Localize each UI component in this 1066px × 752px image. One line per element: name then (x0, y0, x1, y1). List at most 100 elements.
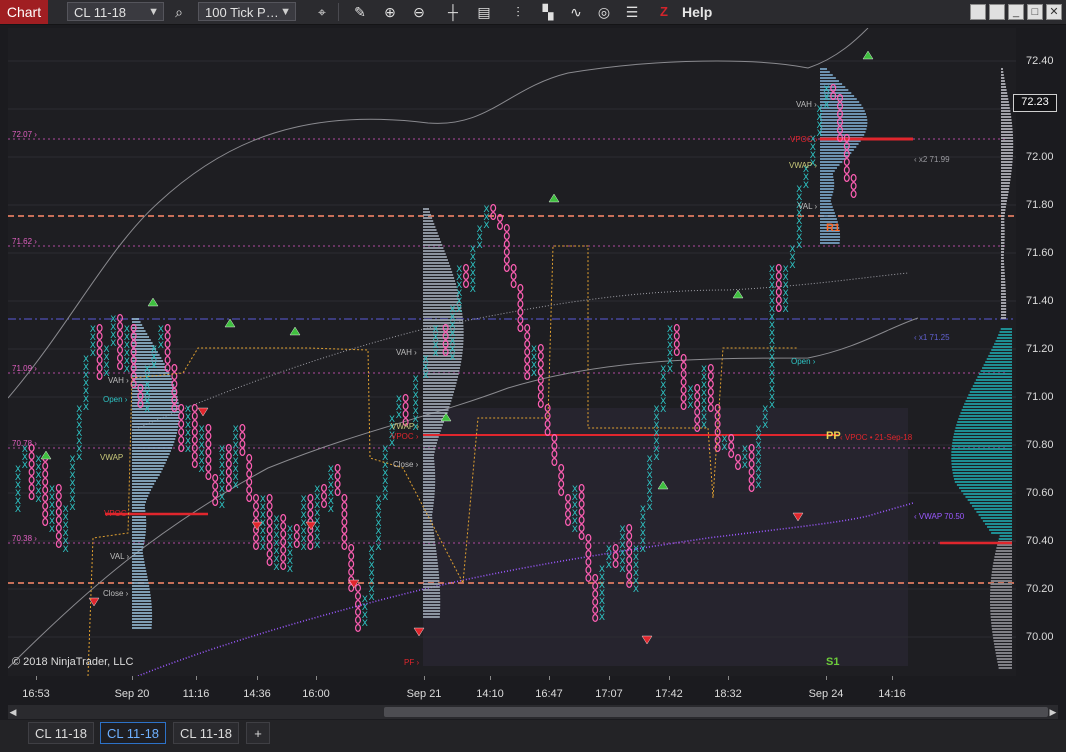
o-box (524, 340, 531, 349)
horizontal-scrollbar[interactable]: ◀ ▶ (8, 705, 1058, 719)
x-box: X (687, 401, 693, 411)
scroll-left-icon[interactable]: ◀ (8, 705, 18, 719)
scrollbar-thumb[interactable] (384, 707, 1048, 717)
indicators-icon[interactable]: ∿ (566, 2, 586, 22)
chart-panel[interactable]: XXXXXXXXXXXXXXXXXXXXXXXXXXXXXXXXXXXXXXXX… (8, 28, 1016, 676)
profile-bar (423, 475, 436, 477)
tab-cl-11-18-1[interactable]: CL 11-18 (28, 722, 95, 744)
profile-bar (132, 510, 146, 512)
profile-bar (423, 394, 454, 396)
o-box (280, 522, 287, 531)
profile-bar (820, 80, 839, 82)
o-box (775, 272, 782, 281)
profile-bar (423, 289, 458, 291)
help-menu[interactable]: Help (682, 0, 712, 24)
tab-cl-11-18-3[interactable]: CL 11-18 (173, 722, 240, 744)
time-tick-mark (490, 676, 491, 680)
profile-bar (132, 546, 144, 548)
chart-canvas[interactable]: XXXXXXXXXXXXXXXXXXXXXXXXXXXXXXXXXXXXXXXX… (8, 28, 1016, 676)
zoom-out-icon[interactable]: ⊖ (409, 2, 429, 22)
o-box (266, 549, 273, 558)
profile-bar (997, 664, 1012, 666)
o-box (348, 559, 355, 568)
x-box: X (158, 341, 164, 351)
minimize-icon[interactable]: _ (1008, 4, 1024, 20)
profile-bar (820, 119, 868, 121)
o-box (55, 539, 62, 548)
x-column: XXXXXXX (69, 455, 75, 513)
pf-label: PF › (404, 658, 420, 667)
templates-icon[interactable]: ▚ (538, 2, 558, 22)
close-icon[interactable]: ✕ (1046, 4, 1062, 20)
profile-bar (423, 607, 441, 609)
profile-bar (1001, 182, 1010, 184)
vwap-label-sep21: VWAP › (391, 422, 420, 431)
buy-signal-icon (862, 50, 874, 60)
z-logo-icon[interactable]: Z (660, 0, 668, 24)
profile-bar (423, 526, 434, 528)
profile-bar (423, 232, 438, 234)
profile-bar (820, 185, 835, 187)
profile-bar (1001, 131, 1013, 133)
o-box (191, 404, 198, 413)
chart-properties-icon[interactable]: ▤ (474, 2, 494, 22)
profile-bar (991, 628, 1012, 630)
x-box: X (151, 361, 157, 371)
profile-bar (423, 430, 441, 432)
profile-bar (820, 239, 840, 241)
profile-bar (965, 496, 1012, 498)
profile-bar (423, 331, 464, 333)
profile-bar (132, 441, 175, 443)
profile-bar (423, 562, 438, 564)
tile-icon[interactable] (989, 4, 1005, 20)
tab-cl-11-18-2[interactable]: CL 11-18 (100, 722, 167, 744)
maximize-icon[interactable]: □ (1027, 4, 1043, 20)
chart-window-tab[interactable]: Chart (0, 0, 48, 24)
time-tick-label: 14:10 (476, 688, 504, 700)
data-box-icon[interactable]: ⌖ (312, 2, 332, 22)
profile-bar (1001, 146, 1014, 148)
search-icon[interactable]: ⌕ (169, 2, 189, 22)
crosshair-icon[interactable]: ┼ (443, 2, 463, 22)
profile-bar (423, 421, 445, 423)
price-axis[interactable]: 72.4072.2072.0071.8071.6071.4071.2071.00… (1016, 28, 1066, 676)
profile-bar (1001, 218, 1005, 220)
restore-icon[interactable] (970, 4, 986, 20)
instrument-selector[interactable]: CL 11-18 ▼ (67, 2, 164, 21)
profile-bar (992, 565, 1012, 567)
copyright-text: © 2018 NinjaTrader, LLC (12, 656, 134, 668)
open-label: Open › (103, 395, 128, 404)
profile-bar (820, 125, 868, 127)
add-tab-button[interactable]: + (246, 722, 270, 744)
scroll-right-icon[interactable]: ▶ (1048, 705, 1058, 719)
profile-bar (423, 397, 453, 399)
pencil-icon[interactable]: ✎ (350, 2, 370, 22)
profile-bar (1001, 170, 1012, 172)
profile-bar (1001, 122, 1012, 124)
profile-bar (1001, 101, 1009, 103)
x-column: XXXXXXX (382, 445, 388, 503)
strategies-icon[interactable]: ◎ (594, 2, 614, 22)
time-tick-mark (549, 676, 550, 680)
object-list-icon[interactable]: ☰ (622, 2, 642, 22)
o-box (673, 348, 680, 357)
zoom-in-icon[interactable]: ⊕ (380, 2, 400, 22)
x-box: X (783, 305, 789, 315)
profile-bar (423, 601, 441, 603)
o-column (355, 583, 362, 632)
time-axis[interactable]: 16:53 Sep 20 11:16 14:36 16:00 Sep 21 14:10 16:… (8, 676, 1016, 704)
x-column: XXXXXX (470, 245, 476, 295)
o-box (225, 476, 232, 485)
interval-selector[interactable]: 100 Tick P… ▼ (198, 2, 296, 21)
profile-bar (423, 256, 447, 258)
o-box (321, 484, 328, 493)
profile-bar (1001, 74, 1004, 76)
profile-bar (969, 502, 1012, 504)
profile-bar (132, 450, 171, 452)
profile-bar (997, 661, 1012, 663)
x-column: XXXXXXX (83, 355, 89, 413)
profile-bar (951, 454, 1012, 456)
time-tick-label: 14:36 (243, 688, 271, 700)
bar-type-icon[interactable]: ⫶ (508, 2, 528, 22)
x-box: X (199, 465, 205, 475)
